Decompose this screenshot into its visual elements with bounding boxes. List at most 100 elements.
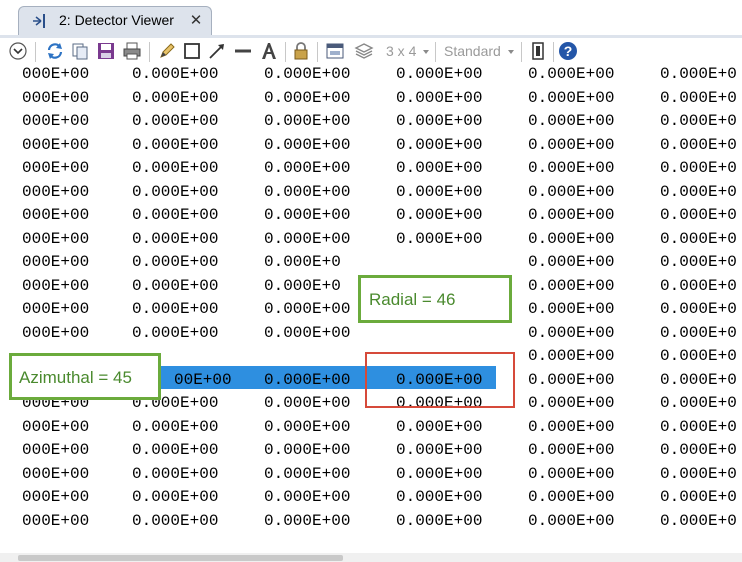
table-cell[interactable]: 000E+00 bbox=[22, 465, 89, 483]
style-dropdown-caret-icon[interactable] bbox=[508, 50, 514, 54]
table-cell[interactable]: 000E+00 bbox=[22, 89, 89, 107]
table-cell[interactable]: 0.000E+00 bbox=[528, 206, 614, 224]
table-cell[interactable]: 0.000E+0 bbox=[660, 324, 737, 342]
table-cell[interactable]: 0.000E+00 bbox=[132, 441, 218, 459]
table-cell[interactable]: 0.000E+00 bbox=[528, 488, 614, 506]
table-cell[interactable]: 0.000E+00 bbox=[132, 277, 218, 295]
table-cell[interactable]: 0.000E+0 bbox=[264, 277, 341, 295]
print-icon[interactable] bbox=[122, 41, 142, 61]
table-cell[interactable]: 0.000E+00 bbox=[528, 441, 614, 459]
table-cell[interactable]: 000E+00 bbox=[22, 65, 89, 83]
table-cell[interactable]: 0.000E+00 bbox=[528, 324, 614, 342]
table-cell[interactable]: 0.000E+0 bbox=[660, 183, 737, 201]
table-cell[interactable]: 000E+00 bbox=[22, 418, 89, 436]
table-cell[interactable]: 000E+00 bbox=[22, 230, 89, 248]
table-cell[interactable]: 0.000E+0 bbox=[660, 418, 737, 436]
table-cell[interactable]: 0.000E+00 bbox=[132, 253, 218, 271]
table-cell[interactable]: 0.000E+00 bbox=[396, 418, 482, 436]
table-row[interactable]: 000E+00 0.000E+00 0.000E+00 0.000E+00 0.000E… bbox=[0, 418, 742, 442]
table-cell[interactable]: 0.000E+0 bbox=[660, 253, 737, 271]
table-cell[interactable]: 0.000E+00 bbox=[132, 65, 218, 83]
table-cell[interactable]: 0.000E+0 bbox=[660, 277, 737, 295]
table-cell[interactable]: 0.000E+00 bbox=[396, 441, 482, 459]
table-cell[interactable]: 000E+00 bbox=[22, 512, 89, 530]
table-cell[interactable]: 0.000E+00 bbox=[132, 206, 218, 224]
table-cell[interactable]: 0.000E+00 bbox=[528, 159, 614, 177]
table-cell[interactable]: 0.000E+00 bbox=[264, 65, 350, 83]
table-cell[interactable]: 0.000E+00 bbox=[396, 112, 482, 130]
table-cell[interactable]: 0.000E+00 bbox=[528, 277, 614, 295]
table-cell[interactable]: 0.000E+00 bbox=[396, 512, 482, 530]
table-cell[interactable]: 0.000E+00 bbox=[528, 347, 614, 365]
lock-icon[interactable] bbox=[291, 41, 311, 61]
table-cell[interactable]: 0.000E+00 bbox=[264, 136, 350, 154]
table-cell[interactable]: 0.000E+00 bbox=[264, 206, 350, 224]
table-cell[interactable]: 0.000E+0 bbox=[660, 465, 737, 483]
table-cell[interactable]: 000E+00 bbox=[22, 324, 89, 342]
table-row[interactable]: 000E+00 0.000E+00 0.000E+00 0.000E+00 0.000E… bbox=[0, 465, 742, 489]
table-cell[interactable]: 0.000E+00 bbox=[132, 112, 218, 130]
table-cell[interactable]: 0.000E+0 bbox=[660, 512, 737, 530]
table-row[interactable]: 000E+00 0.000E+00 0.000E+00 0.000E+00 0.000E… bbox=[0, 488, 742, 512]
table-cell[interactable]: 0.000E+00 bbox=[528, 65, 614, 83]
table-cell[interactable]: 000E+00 bbox=[22, 136, 89, 154]
table-cell[interactable]: 0.000E+00 bbox=[396, 183, 482, 201]
table-cell[interactable]: 0.000E+0 bbox=[660, 230, 737, 248]
table-cell[interactable]: 0.000E+0 bbox=[660, 206, 737, 224]
table-cell[interactable]: 0.000E+00 bbox=[396, 65, 482, 83]
close-icon[interactable]: ✕ bbox=[187, 12, 205, 30]
table-cell[interactable]: 0.000E+00 bbox=[396, 488, 482, 506]
table-cell[interactable]: 0.000E+00 bbox=[264, 488, 350, 506]
window-icon[interactable] bbox=[325, 41, 345, 61]
table-cell[interactable]: 0.000E+00 bbox=[132, 300, 218, 318]
table-cell[interactable]: 0.000E+00 bbox=[264, 441, 350, 459]
table-cell[interactable]: 000E+00 bbox=[22, 253, 89, 271]
table-row[interactable]: 000E+00 0.000E+00 0.000E+00 0.000E+00 0.000E… bbox=[0, 441, 742, 465]
table-row[interactable]: 000E+00 0.000E+00 0.000E+00 0.000E+00 0.000E… bbox=[0, 183, 742, 207]
table-cell[interactable]: 0.000E+00 bbox=[132, 136, 218, 154]
table-cell[interactable]: 0.000E+00 bbox=[132, 512, 218, 530]
table-cell[interactable]: 0.000E+00 bbox=[132, 324, 218, 342]
table-cell[interactable]: 0.000E+00 bbox=[528, 418, 614, 436]
table-cell[interactable]: 0.000E+00 bbox=[264, 300, 350, 318]
table-row[interactable]: 000E+00 0.000E+00 0.000E+00 0.000E+00 0.000E… bbox=[0, 230, 742, 254]
table-cell[interactable]: 0.000E+00 bbox=[264, 230, 350, 248]
table-row[interactable]: 000E+00 0.000E+00 0.000E+00 0.000E+00 0.000E… bbox=[0, 136, 742, 160]
detector-settings-icon[interactable] bbox=[528, 41, 548, 61]
table-cell[interactable]: 0.000E+00 bbox=[264, 418, 350, 436]
table-cell[interactable]: 00E+00 bbox=[174, 371, 232, 389]
table-cell[interactable]: 000E+00 bbox=[22, 183, 89, 201]
layout-dropdown-caret-icon[interactable] bbox=[423, 50, 429, 54]
table-cell[interactable]: 000E+00 bbox=[22, 441, 89, 459]
table-cell[interactable]: 0.000E+00 bbox=[264, 465, 350, 483]
table-cell[interactable]: 0.000E+00 bbox=[396, 465, 482, 483]
table-cell[interactable]: 0.000E+00 bbox=[132, 159, 218, 177]
table-cell[interactable]: 000E+00 bbox=[22, 159, 89, 177]
table-cell[interactable]: 0.000E+00 bbox=[396, 136, 482, 154]
table-cell[interactable]: 0.000E+00 bbox=[264, 89, 350, 107]
table-cell[interactable]: 0.000E+00 bbox=[132, 488, 218, 506]
table-cell[interactable]: 0.000E+0 bbox=[660, 394, 737, 412]
table-cell[interactable]: 0.000E+00 bbox=[528, 136, 614, 154]
table-cell[interactable]: 0.000E+00 bbox=[528, 230, 614, 248]
tab-detector-viewer[interactable]: 2: Detector Viewer ✕ bbox=[18, 6, 212, 36]
table-row[interactable]: 000E+00 0.000E+00 0.000E+00 0.000E+00 0.000E… bbox=[0, 512, 742, 536]
table-cell[interactable]: 0.000E+00 bbox=[528, 89, 614, 107]
table-cell[interactable]: 000E+00 bbox=[22, 206, 89, 224]
table-cell[interactable]: 000E+00 bbox=[22, 300, 89, 318]
table-cell[interactable]: 00E+00 bbox=[174, 347, 232, 365]
refresh-icon[interactable] bbox=[45, 41, 65, 61]
layers-icon[interactable] bbox=[354, 41, 374, 61]
table-row[interactable]: 000E+00 0.000E+00 0.000E+00 0.000E+00 0.000E… bbox=[0, 112, 742, 136]
table-cell[interactable]: 0.000E+00 bbox=[264, 371, 350, 389]
table-cell[interactable]: 0.000E+0 bbox=[660, 136, 737, 154]
table-cell[interactable]: 0.000E+00 bbox=[264, 112, 350, 130]
line-icon[interactable] bbox=[233, 41, 253, 61]
table-cell[interactable]: 0.000E+00 bbox=[264, 347, 350, 365]
table-row[interactable]: 000E+00 0.000E+00 0.000E+00 0.000E+00 0.000E… bbox=[0, 89, 742, 113]
table-cell[interactable]: 0.000E+00 bbox=[396, 230, 482, 248]
table-row[interactable]: 000E+00 0.000E+00 0.000E+00 0.000E+00 0.000E… bbox=[0, 65, 742, 89]
table-cell[interactable]: 0.000E+00 bbox=[264, 512, 350, 530]
table-cell[interactable]: 0.000E+0 bbox=[660, 300, 737, 318]
table-cell[interactable]: 0.000E+00 bbox=[528, 300, 614, 318]
